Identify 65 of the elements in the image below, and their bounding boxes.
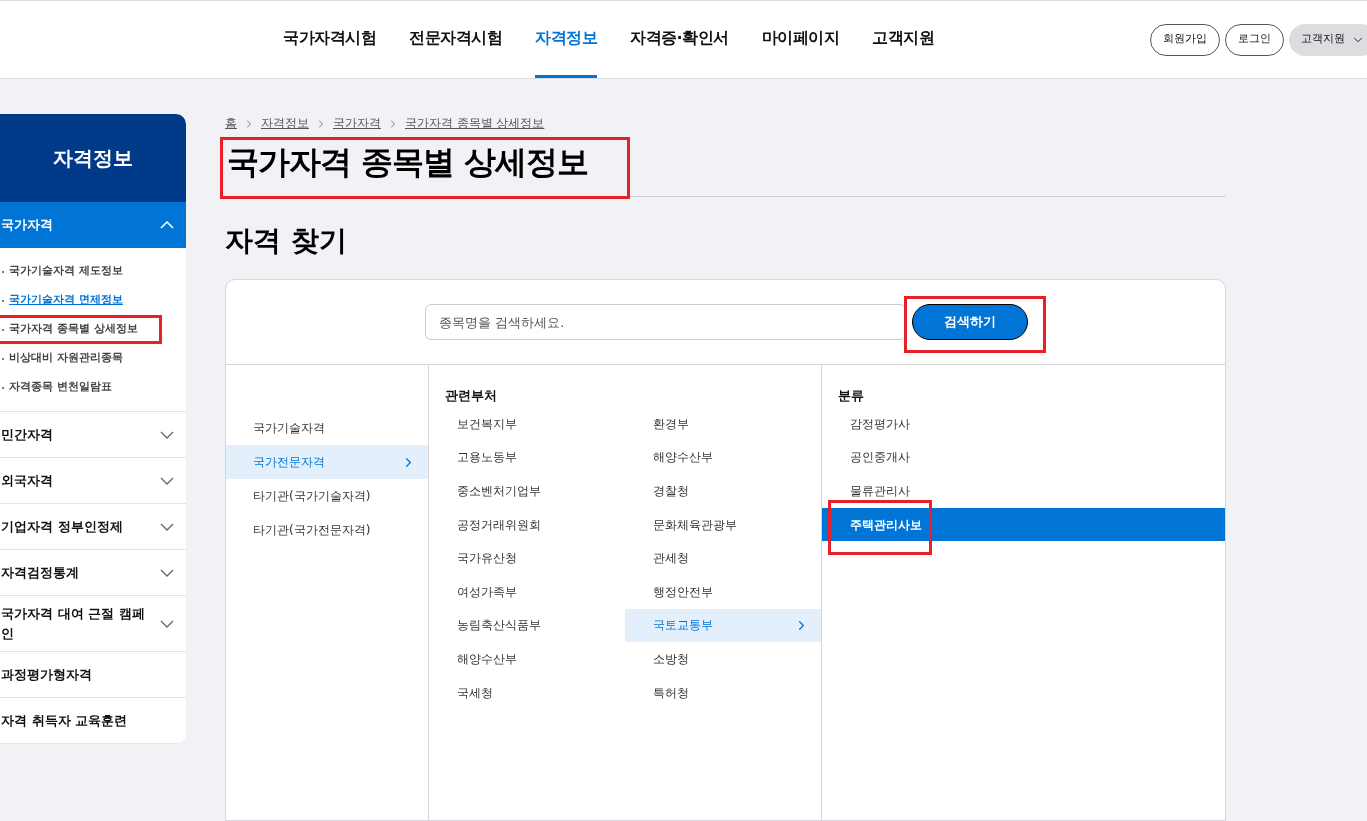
breadcrumb-link[interactable]: 국가자격: [333, 115, 381, 133]
page-title: 국가자격 종목별 상세정보: [227, 142, 589, 182]
ministry-item[interactable]: 경찰청: [625, 474, 821, 508]
search-field[interactable]: 종목명을 검색하세요.: [425, 304, 906, 340]
support-dropdown[interactable]: 고객지원: [1289, 23, 1367, 56]
category-item[interactable]: 감정평가사: [822, 407, 1225, 441]
ministry-item[interactable]: 행정안전부: [625, 574, 821, 609]
chevron-down-icon: [160, 568, 174, 577]
sidebar-section[interactable]: 자격 취득자 교육훈련: [0, 698, 186, 744]
type-item[interactable]: 국가기술자격: [226, 411, 428, 445]
type-item[interactable]: 타기관(국가전문자격): [226, 513, 428, 547]
nav-tab[interactable]: 자격정보: [535, 1, 597, 78]
ministry-item[interactable]: 해양수산부: [429, 642, 625, 676]
ministry-item[interactable]: 소방청: [625, 642, 821, 676]
sidebar-section[interactable]: 국가자격 대여 근절 캠페인: [0, 596, 186, 652]
sidebar-section[interactable]: 외국자격: [0, 458, 186, 504]
sidebar-link[interactable]: 국가기술자격 제도정보: [9, 263, 123, 280]
sidebar-section[interactable]: 기업자격 정부인정제: [0, 504, 186, 550]
breadcrumb-link[interactable]: 홈: [225, 115, 237, 133]
ministry-item[interactable]: 여성가족부: [429, 574, 625, 609]
chevron-down-icon: [160, 522, 174, 531]
header-button[interactable]: 로그인: [1225, 23, 1284, 56]
ministry-item[interactable]: 보건복지부: [429, 407, 625, 441]
category-item[interactable]: 물류관리사: [822, 474, 1225, 508]
sidebar-section[interactable]: 과정평가형자격: [0, 652, 186, 698]
ministry-item[interactable]: 국세청: [429, 675, 625, 710]
ministry-item[interactable]: 농림축산식품부: [429, 608, 625, 643]
search-button[interactable]: 검색하기: [912, 304, 1028, 340]
breadcrumb-link[interactable]: 자격정보: [261, 115, 309, 133]
ministry-item[interactable]: 특허청: [625, 675, 821, 710]
ministry-item[interactable]: 해양수산부: [625, 440, 821, 475]
ministry-item[interactable]: 문화체육관광부: [625, 507, 821, 542]
header-button[interactable]: 회원가입: [1150, 23, 1220, 56]
nav-tab[interactable]: 고객지원: [872, 1, 935, 78]
ministry-item[interactable]: 국가유산청: [429, 541, 625, 575]
sidebar-link[interactable]: 국가자격 종목별 상세정보: [9, 321, 138, 338]
sidebar-title: 자격정보: [0, 114, 186, 202]
chevron-down-icon: [160, 430, 174, 439]
ministry-item[interactable]: 환경부: [625, 407, 821, 441]
sidebar-section[interactable]: 국가자격: [0, 202, 186, 248]
breadcrumb-link[interactable]: 국가자격 종목별 상세정보: [405, 115, 545, 133]
nav-tab[interactable]: 마이페이지: [761, 1, 840, 78]
sidebar-link[interactable]: 자격종목 변천일람표: [9, 379, 112, 396]
sidebar-section[interactable]: 민간자격: [0, 412, 186, 458]
ministry-item[interactable]: 고용노동부: [429, 440, 625, 475]
column-heading: 관련부처: [444, 386, 498, 405]
ministry-item[interactable]: 국토교통부: [625, 608, 821, 643]
sidebar-section[interactable]: 자격검정통계: [0, 550, 186, 596]
nav-tab[interactable]: 자격증·확인서: [630, 1, 729, 78]
nav-tab[interactable]: 전문자격시험: [409, 1, 502, 78]
column-heading: 분류: [837, 386, 865, 405]
chevron-down-icon: [160, 619, 174, 628]
category-item[interactable]: 주택관리사보: [822, 507, 1225, 542]
sidebar-link[interactable]: 국가기술자격 면제정보: [9, 292, 123, 309]
ministry-item[interactable]: 공정거래위원회: [429, 507, 625, 542]
type-item[interactable]: 타기관(국가기술자격): [226, 479, 428, 513]
type-item[interactable]: 국가전문자격: [226, 445, 428, 479]
nav-tab[interactable]: 국가자격시험: [283, 1, 376, 78]
category-item[interactable]: 공인중개사: [822, 440, 1225, 475]
section-title: 자격 찾기: [225, 223, 348, 259]
ministry-item[interactable]: 중소벤처기업부: [429, 474, 625, 508]
ministry-item[interactable]: 관세청: [625, 541, 821, 575]
chevron-up-icon: [160, 221, 174, 229]
chevron-down-icon: [160, 476, 174, 485]
sidebar-link[interactable]: 비상대비 자원관리종목: [9, 350, 123, 367]
